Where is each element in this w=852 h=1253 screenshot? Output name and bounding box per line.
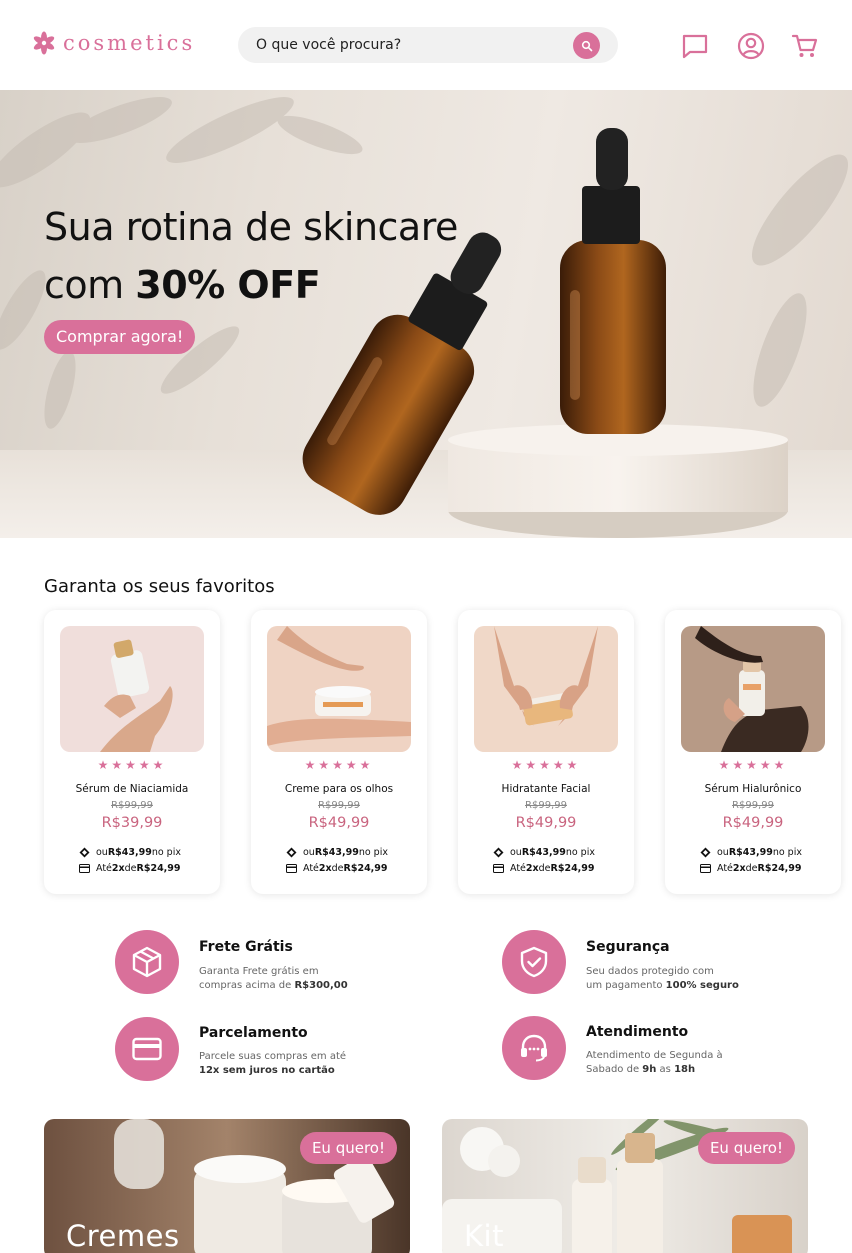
box-icon	[132, 946, 162, 978]
feature-security-badge	[502, 930, 566, 994]
card-icon	[699, 862, 711, 874]
product-name: Sérum de Niaciamida	[75, 783, 189, 795]
old-price: R$99,99	[525, 800, 567, 811]
user-icon[interactable]	[736, 31, 766, 61]
feature-title: Parcelamento	[199, 1025, 308, 1041]
promo-cta-button[interactable]: Eu quero!	[299, 1132, 397, 1164]
price: R$49,99	[722, 815, 784, 831]
old-price: R$99,99	[318, 800, 360, 811]
buy-now-button[interactable]: Comprar agora!	[44, 320, 196, 354]
product-name: Hidratante Facial	[501, 783, 591, 795]
feature-description: Atendimento de Segunda à Sabado de 9h as…	[586, 1050, 723, 1075]
installment-row: Até 2x de R$24,99	[699, 862, 802, 874]
hero-banner: Sua rotina de skincare com 30% OFF Compr…	[0, 90, 852, 538]
rating-stars: ★★★★★	[718, 758, 788, 772]
feature-description: Seu dados protegido com um pagamento 100…	[586, 966, 739, 991]
product-name: Sérum Hialurônico	[704, 783, 802, 795]
feature-support-badge	[502, 1016, 566, 1080]
pix-icon	[285, 846, 297, 858]
shield-check-icon	[520, 946, 548, 978]
product-card[interactable]: ★★★★★ Sérum Hialurônico R$99,99 R$49,99 …	[665, 610, 841, 894]
search-button[interactable]	[573, 32, 600, 59]
installment-row: Até 2x de R$24,99	[285, 862, 388, 874]
logo[interactable]: cosmetics	[32, 31, 195, 55]
price: R$49,99	[308, 815, 370, 831]
headset-icon	[521, 1034, 547, 1062]
pix-icon	[492, 846, 504, 858]
promo-banner-kit[interactable]: Eu quero! Kit	[442, 1119, 808, 1253]
product-card[interactable]: ★★★★★ Hidratante Facial R$99,99 R$49,99 …	[458, 610, 634, 894]
promo-cta-button[interactable]: Eu quero!	[697, 1132, 795, 1164]
logo-text: cosmetics	[63, 31, 196, 55]
installment-row: Até 2x de R$24,99	[78, 862, 181, 874]
hero-title: Sua rotina de skincare com 30% OFF	[44, 198, 458, 314]
hero-title-prefix: com	[44, 263, 136, 307]
product-name: Creme para os olhos	[284, 783, 394, 795]
flower-logo-icon	[33, 31, 55, 55]
price: R$39,99	[101, 815, 163, 831]
cart-icon[interactable]	[790, 31, 820, 61]
feature-title: Segurança	[586, 939, 670, 955]
credit-card-icon	[132, 1037, 162, 1061]
chat-icon[interactable]	[680, 31, 710, 61]
hero-image	[0, 97, 852, 538]
pix-price-row: ou R$43,99 no pix	[78, 846, 181, 858]
pix-icon	[699, 846, 711, 858]
feature-installments-badge	[115, 1017, 179, 1081]
product-image	[474, 626, 618, 752]
feature-title: Frete Grátis	[199, 939, 293, 955]
header: cosmetics	[0, 0, 852, 90]
card-icon	[78, 862, 90, 874]
feature-description: Parcele suas compras em até 12x sem juro…	[199, 1051, 347, 1076]
price: R$49,99	[515, 815, 577, 831]
old-price: R$99,99	[732, 800, 774, 811]
search-input[interactable]	[256, 27, 556, 63]
pix-price-row: ou R$43,99 no pix	[492, 846, 595, 858]
product-card[interactable]: ★★★★★ Creme para os olhos R$99,99 R$49,9…	[251, 610, 427, 894]
card-icon	[285, 862, 297, 874]
pix-price-row: ou R$43,99 no pix	[699, 846, 802, 858]
search-icon	[581, 40, 592, 51]
feature-description: Garanta Frete grátis em compras acima de…	[199, 966, 348, 991]
promo-label: Cremes	[66, 1219, 180, 1253]
card-icon	[492, 862, 504, 874]
hero-title-line1: Sua rotina de skincare	[44, 205, 458, 249]
installment-row: Até 2x de R$24,99	[492, 862, 595, 874]
product-image	[60, 626, 204, 752]
rating-stars: ★★★★★	[511, 758, 581, 772]
favorites-title: Garanta os seus favoritos	[44, 576, 275, 597]
product-card[interactable]: ★★★★★ Sérum de Niaciamida R$99,99 R$39,9…	[44, 610, 220, 894]
pix-price-row: ou R$43,99 no pix	[285, 846, 388, 858]
promo-label: Kit	[464, 1219, 504, 1253]
rating-stars: ★★★★★	[304, 758, 374, 772]
pix-icon	[78, 846, 90, 858]
feature-free-shipping-badge	[115, 930, 179, 994]
feature-title: Atendimento	[586, 1024, 689, 1040]
hero-title-line2: com 30% OFF	[44, 256, 458, 314]
promo-banner-creams[interactable]: Eu quero! Cremes	[44, 1119, 410, 1253]
hero-discount: 30% OFF	[135, 263, 321, 307]
product-image	[267, 626, 411, 752]
old-price: R$99,99	[111, 800, 153, 811]
search-bar	[238, 27, 618, 63]
product-image	[681, 626, 825, 752]
rating-stars: ★★★★★	[97, 758, 167, 772]
